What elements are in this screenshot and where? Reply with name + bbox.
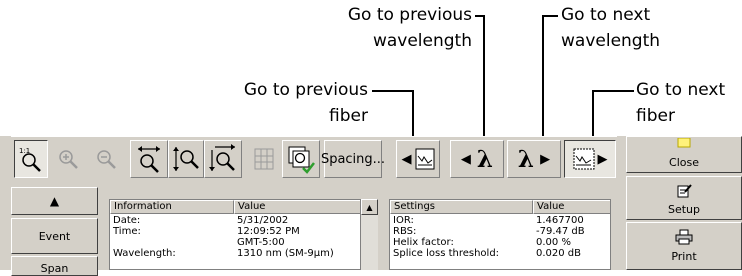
information-list[interactable]: Information Value Date: 5/31/2002 Time: … bbox=[109, 199, 361, 270]
triangle-right-icon: ▶ bbox=[597, 151, 608, 167]
zoom-1to1-icon: 1:1 bbox=[18, 145, 44, 173]
leader-line bbox=[372, 90, 414, 92]
setting-value: 1.467700 bbox=[536, 215, 584, 226]
triangle-left-icon: ◀ bbox=[401, 151, 412, 167]
check-zoom-button[interactable] bbox=[282, 140, 320, 178]
leader-line bbox=[542, 15, 544, 149]
setting-value: -79.47 dB bbox=[536, 226, 585, 237]
info-value: 1310 nm (SM-9µm) bbox=[237, 248, 334, 259]
setup-label: Setup bbox=[667, 203, 701, 216]
column-header-information[interactable]: Information bbox=[110, 200, 234, 214]
info-value: 5/31/2002 bbox=[237, 215, 289, 226]
callout-line-1: Go to previous bbox=[243, 80, 368, 100]
zoom-in-icon bbox=[56, 146, 80, 172]
setup-button[interactable]: Setup bbox=[626, 176, 742, 220]
close-button[interactable]: Close bbox=[626, 136, 742, 173]
callout-line-1: Go to next bbox=[636, 80, 726, 100]
zoom-1to1-button[interactable]: 1:1 bbox=[14, 140, 48, 178]
spacing-button[interactable]: Spacing... bbox=[320, 140, 386, 178]
setting-label: RBS: bbox=[393, 226, 417, 237]
event-button[interactable]: Event bbox=[11, 218, 98, 254]
callout-previous-fiber: Go to previous fiber bbox=[170, 77, 368, 129]
setting-label: Splice loss threshold: bbox=[393, 248, 500, 259]
callout-line-2: wavelength bbox=[561, 31, 661, 51]
fiber-trace-icon bbox=[573, 148, 595, 170]
info-value: GMT-5:00 bbox=[237, 237, 285, 248]
next-fiber-button[interactable]: ▶ bbox=[564, 140, 616, 178]
callout-line-2: fiber bbox=[636, 106, 675, 126]
previous-wavelength-button[interactable]: ◀ λ bbox=[450, 140, 504, 178]
zoom-in-button[interactable] bbox=[50, 140, 86, 178]
info-label: Time: bbox=[113, 226, 141, 237]
previous-fiber-button[interactable]: ◀ bbox=[396, 140, 440, 178]
check-zoom-icon bbox=[287, 144, 315, 174]
callout-line-2: fiber bbox=[329, 106, 368, 126]
zoom-out-button[interactable] bbox=[88, 140, 124, 178]
scroll-up-button[interactable]: ▲ bbox=[11, 187, 98, 215]
lambda-icon: λ bbox=[476, 145, 494, 173]
setting-label: Helix factor: bbox=[393, 237, 454, 248]
spacing-label: Spacing... bbox=[320, 151, 386, 167]
leader-line bbox=[592, 90, 634, 92]
information-scrollbar[interactable]: ▲ bbox=[361, 199, 378, 270]
zoom-horizontal-icon bbox=[135, 144, 163, 174]
grid-button[interactable] bbox=[246, 140, 282, 178]
column-header-settings[interactable]: Settings bbox=[390, 200, 533, 214]
note-icon bbox=[677, 137, 691, 151]
callout-next-wavelength: Go to next wavelength bbox=[561, 2, 731, 54]
edit-icon bbox=[676, 183, 692, 202]
triangle-left-icon: ◀ bbox=[460, 151, 471, 167]
callout-line-1: Go to previous bbox=[347, 5, 472, 25]
print-label: Print bbox=[671, 250, 697, 263]
callout-line-2: wavelength bbox=[372, 31, 472, 51]
zoom-both-icon bbox=[209, 144, 237, 174]
column-header-value[interactable]: Value bbox=[533, 200, 610, 214]
zoom-horizontal-button[interactable] bbox=[130, 140, 168, 178]
info-label: Date: bbox=[113, 215, 141, 226]
close-label: Close bbox=[669, 156, 699, 169]
callout-next-fiber: Go to next fiber bbox=[636, 77, 742, 129]
info-label: Wavelength: bbox=[113, 248, 176, 259]
event-label: Event bbox=[38, 229, 71, 243]
column-header-value[interactable]: Value bbox=[234, 200, 360, 214]
info-value: 12:09:52 PM bbox=[237, 226, 300, 237]
settings-list[interactable]: Settings Value IOR: 1.467700 RBS: -79.47… bbox=[389, 199, 611, 270]
zoom-vertical-icon bbox=[172, 144, 200, 174]
span-button[interactable]: Span bbox=[11, 256, 98, 276]
zoom-out-icon bbox=[94, 146, 118, 172]
leader-line bbox=[542, 15, 558, 17]
print-button[interactable]: Print bbox=[626, 222, 742, 270]
triangle-up-icon: ▲ bbox=[49, 194, 60, 208]
setting-label: IOR: bbox=[393, 215, 414, 226]
printer-icon bbox=[675, 229, 693, 248]
setting-value: 0.020 dB bbox=[536, 248, 582, 259]
triangle-right-icon: ▶ bbox=[540, 151, 551, 167]
zoom-vertical-button[interactable] bbox=[168, 140, 204, 178]
setting-value: 0.00 % bbox=[536, 237, 571, 248]
leader-line bbox=[483, 15, 485, 149]
span-label: Span bbox=[40, 262, 69, 275]
zoom-both-button[interactable] bbox=[204, 140, 242, 178]
scroll-up-arrow[interactable]: ▲ bbox=[361, 199, 378, 215]
callout-previous-wavelength: Go to previous wavelength bbox=[280, 2, 472, 54]
grid-icon bbox=[251, 145, 277, 173]
lambda-icon: λ bbox=[517, 145, 535, 173]
fiber-trace-icon bbox=[415, 148, 435, 170]
callout-line-1: Go to next bbox=[561, 5, 651, 25]
next-wavelength-button[interactable]: λ ▶ bbox=[507, 140, 561, 178]
